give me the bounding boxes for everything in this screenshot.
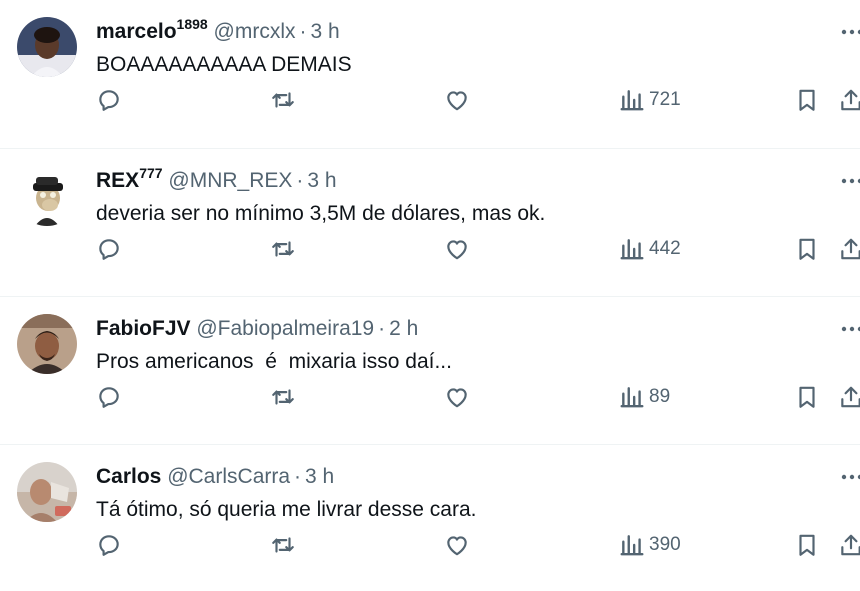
retweet-icon bbox=[272, 92, 294, 108]
retweet-icon bbox=[272, 241, 294, 257]
like-button[interactable] bbox=[444, 82, 470, 118]
retweet-icon bbox=[272, 537, 294, 553]
views-icon bbox=[620, 535, 644, 556]
bookmark-icon bbox=[799, 534, 815, 556]
separator: · bbox=[299, 20, 307, 43]
tweet-text: deveria ser no mínimo 3,5M de dólares, m… bbox=[96, 202, 546, 225]
share-icon bbox=[841, 386, 860, 408]
tweet-header: marcelo1898 @mrcxlx · 3 h bbox=[96, 17, 340, 46]
views-icon bbox=[620, 239, 644, 260]
author-handle[interactable]: @Fabiopalmeira19 bbox=[196, 317, 374, 340]
more-icon[interactable] bbox=[838, 463, 860, 491]
tweet-header: FabioFJV @Fabiopalmeira19 · 2 h bbox=[96, 315, 418, 343]
tweet-text: Tá ótimo, só queria me livrar desse cara… bbox=[96, 498, 477, 521]
share-button[interactable] bbox=[838, 527, 860, 563]
author-name[interactable]: Carlos bbox=[96, 465, 161, 488]
avatar[interactable] bbox=[17, 462, 77, 522]
bookmark-button[interactable] bbox=[794, 231, 820, 267]
bookmark-icon bbox=[799, 386, 815, 408]
views-count: 89 bbox=[649, 386, 671, 407]
retweet-button[interactable] bbox=[270, 379, 296, 415]
heart-icon bbox=[447, 91, 467, 111]
reply-icon bbox=[99, 239, 119, 260]
tweet[interactable]: FabioFJV @Fabiopalmeira19 · 2 h Pros ameri… bbox=[0, 296, 860, 443]
bookmark-button[interactable] bbox=[794, 527, 820, 563]
reply-button[interactable] bbox=[96, 82, 122, 118]
views-button[interactable]: 442 bbox=[619, 231, 681, 267]
heart-icon bbox=[447, 536, 467, 556]
reply-icon bbox=[99, 387, 119, 408]
bookmark-icon bbox=[799, 89, 815, 111]
timestamp[interactable]: 2 h bbox=[389, 317, 418, 340]
retweet-button[interactable] bbox=[270, 231, 296, 267]
tweet[interactable]: Carlos @CarlsCarra · 3 h Tá ótimo, só quer… bbox=[0, 444, 860, 591]
share-button[interactable] bbox=[838, 231, 860, 267]
like-button[interactable] bbox=[444, 231, 470, 267]
tweet-text: BOAAAAAAAAAA DEMAIS bbox=[96, 53, 352, 76]
views-icon bbox=[620, 90, 644, 111]
tweet-actions: 721 bbox=[0, 82, 860, 118]
author-name[interactable]: FabioFJV bbox=[96, 317, 191, 340]
views-count: 442 bbox=[649, 238, 681, 259]
retweet-button[interactable] bbox=[270, 527, 296, 563]
reply-icon bbox=[99, 535, 119, 556]
retweet-icon bbox=[272, 389, 294, 405]
separator: · bbox=[294, 465, 302, 488]
author-handle[interactable]: @CarlsCarra bbox=[167, 465, 290, 488]
more-icon[interactable] bbox=[838, 167, 860, 195]
heart-icon bbox=[447, 388, 467, 408]
reply-feed: marcelo1898 @mrcxlx · 3 h BOAAAAAAAAAA DEM… bbox=[0, 0, 860, 591]
separator: · bbox=[378, 317, 386, 340]
author-name-suffix: 1898 bbox=[176, 16, 208, 32]
share-icon bbox=[841, 89, 860, 111]
timestamp[interactable]: 3 h bbox=[305, 465, 334, 488]
tweet-text: Pros americanos é mixaria isso daí... bbox=[96, 350, 452, 373]
reply-icon bbox=[99, 90, 119, 111]
timestamp[interactable]: 3 h bbox=[311, 20, 340, 43]
share-button[interactable] bbox=[838, 82, 860, 118]
heart-icon bbox=[447, 240, 467, 260]
bookmark-icon bbox=[799, 238, 815, 260]
tweet-header: Carlos @CarlsCarra · 3 h bbox=[96, 463, 334, 491]
reply-button[interactable] bbox=[96, 527, 122, 563]
author-handle[interactable]: @MNR_REX bbox=[168, 169, 292, 192]
tweet-actions: 442 bbox=[0, 231, 860, 267]
retweet-button[interactable] bbox=[270, 82, 296, 118]
avatar[interactable] bbox=[17, 166, 77, 226]
like-button[interactable] bbox=[444, 379, 470, 415]
avatar[interactable] bbox=[17, 314, 77, 374]
views-count: 721 bbox=[649, 89, 681, 110]
tweet-header: REX777 @MNR_REX · 3 h bbox=[96, 166, 337, 195]
author-name[interactable]: REX777 bbox=[96, 166, 163, 192]
more-icon[interactable] bbox=[838, 18, 860, 46]
views-button[interactable]: 721 bbox=[619, 82, 681, 118]
timestamp[interactable]: 3 h bbox=[307, 169, 336, 192]
author-handle[interactable]: @mrcxlx bbox=[214, 20, 296, 43]
views-icon bbox=[620, 387, 644, 408]
views-button[interactable]: 89 bbox=[619, 379, 670, 415]
share-icon bbox=[841, 238, 860, 260]
author-name[interactable]: marcelo1898 bbox=[96, 17, 208, 43]
tweet[interactable]: marcelo1898 @mrcxlx · 3 h BOAAAAAAAAAA DEM… bbox=[0, 0, 860, 147]
tweet[interactable]: REX777 @MNR_REX · 3 h deveria ser no mínim… bbox=[0, 148, 860, 295]
more-icon[interactable] bbox=[838, 315, 860, 343]
like-button[interactable] bbox=[444, 527, 470, 563]
separator: · bbox=[296, 169, 304, 192]
share-icon bbox=[841, 534, 860, 556]
reply-button[interactable] bbox=[96, 231, 122, 267]
views-count: 390 bbox=[649, 534, 681, 555]
reply-button[interactable] bbox=[96, 379, 122, 415]
share-button[interactable] bbox=[838, 379, 860, 415]
bookmark-button[interactable] bbox=[794, 82, 820, 118]
tweet-actions: 390 bbox=[0, 527, 860, 563]
avatar[interactable] bbox=[17, 17, 77, 77]
views-button[interactable]: 390 bbox=[619, 527, 681, 563]
tweet-actions: 89 bbox=[0, 379, 860, 415]
bookmark-button[interactable] bbox=[794, 379, 820, 415]
author-name-suffix: 777 bbox=[139, 165, 163, 181]
